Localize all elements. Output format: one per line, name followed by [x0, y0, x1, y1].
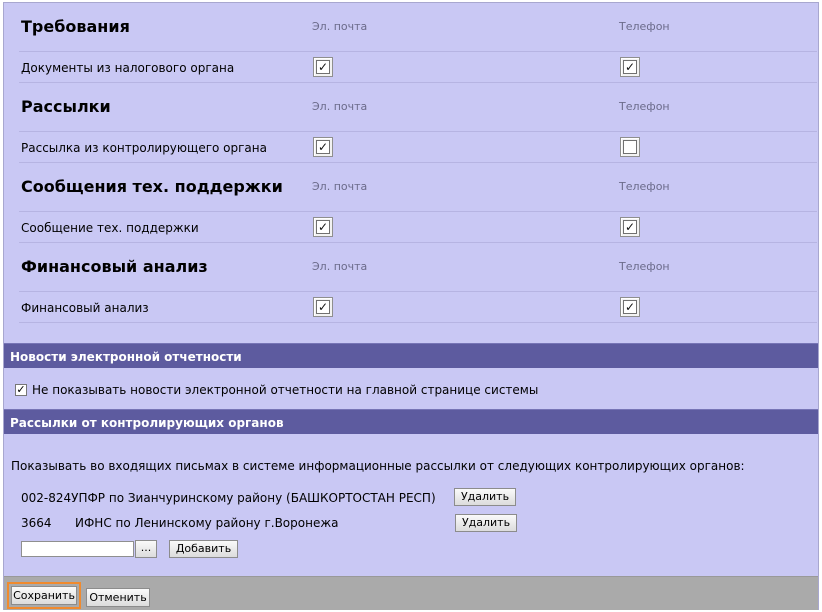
add-org-button[interactable]: Добавить [169, 540, 238, 558]
notification-settings: Требования Эл. почта Телефон Документы и… [19, 3, 817, 323]
phone-column-label: Телефон [619, 180, 670, 193]
delete-org-button[interactable]: Удалить [455, 514, 517, 532]
setting-row-support-message: Сообщение тех. поддержки ✓ ✓ [19, 211, 817, 243]
org-item: 002-824УПФР по Зианчуринскому району (БА… [21, 491, 436, 505]
check-icon: ✓ [316, 300, 330, 314]
phone-checkbox[interactable] [620, 137, 640, 157]
org-item: 3664 ИФНС по Ленинскому району г.Воронежа [21, 516, 339, 530]
hide-news-label: Не показывать новости электронной отчетн… [32, 383, 539, 397]
setting-row-tax-documents: Документы из налогового органа ✓ ✓ [19, 51, 817, 83]
section-title: Рассылки [21, 97, 111, 116]
email-column-label: Эл. почта [312, 260, 368, 273]
section-header-financial-analysis: Финансовый анализ Эл. почта Телефон [19, 243, 817, 291]
phone-checkbox[interactable]: ✓ [620, 297, 640, 317]
save-button-focus-ring: Сохранить [7, 582, 81, 609]
phone-column-label: Телефон [619, 20, 670, 33]
save-button[interactable]: Сохранить [11, 586, 77, 605]
check-icon: ✓ [316, 60, 330, 74]
phone-checkbox[interactable]: ✓ [620, 57, 640, 77]
row-label: Финансовый анализ [21, 301, 149, 315]
email-checkbox[interactable]: ✓ [313, 297, 333, 317]
empty-checkbox-icon [623, 140, 637, 154]
check-icon: ✓ [623, 60, 637, 74]
cancel-button[interactable]: Отменить [86, 588, 150, 607]
email-column-label: Эл. почта [312, 100, 368, 113]
check-icon: ✓ [623, 220, 637, 234]
org-code: 3664 [21, 516, 52, 530]
email-checkbox[interactable]: ✓ [313, 57, 333, 77]
row-label: Рассылка из контролирующего органа [21, 141, 267, 155]
org-code-input[interactable] [21, 541, 134, 557]
check-icon: ✓ [316, 140, 330, 154]
mailings-section-header: Рассылки от контролирующих органов [4, 409, 818, 434]
footer-bar: Сохранить Отменить [4, 576, 818, 610]
phone-column-label: Телефон [619, 260, 670, 273]
section-header-mailings: Рассылки Эл. почта Телефон [19, 83, 817, 131]
row-label: Сообщение тех. поддержки [21, 221, 199, 235]
email-column-label: Эл. почта [312, 20, 368, 33]
section-title: Сообщения тех. поддержки [21, 177, 283, 196]
browse-orgs-button[interactable]: ... [135, 540, 157, 558]
check-icon: ✓ [316, 220, 330, 234]
hide-news-option: ✓ Не показывать новости электронной отче… [15, 383, 538, 397]
phone-column-label: Телефон [619, 100, 670, 113]
setting-row-financial-analysis: Финансовый анализ ✓ ✓ [19, 291, 817, 323]
email-checkbox[interactable]: ✓ [313, 137, 333, 157]
org-name: ИФНС по Ленинскому району г.Воронежа [75, 516, 339, 530]
section-header-support-messages: Сообщения тех. поддержки Эл. почта Телеф… [19, 163, 817, 211]
setting-row-controlling-body-mailing: Рассылка из контролирующего органа ✓ [19, 131, 817, 163]
email-checkbox[interactable]: ✓ [313, 217, 333, 237]
section-header-requirements: Требования Эл. почта Телефон [19, 3, 817, 51]
phone-checkbox[interactable]: ✓ [620, 217, 640, 237]
delete-org-button[interactable]: Удалить [454, 488, 516, 506]
settings-panel: Требования Эл. почта Телефон Документы и… [3, 2, 819, 610]
section-title: Требования [21, 17, 130, 36]
email-column-label: Эл. почта [312, 180, 368, 193]
hide-news-checkbox[interactable]: ✓ [15, 384, 27, 396]
org-text: 002-824УПФР по Зианчуринскому району (БА… [21, 491, 436, 505]
news-section-header: Новости электронной отчетности [4, 343, 818, 368]
check-icon: ✓ [623, 300, 637, 314]
section-title: Финансовый анализ [21, 257, 208, 276]
row-label: Документы из налогового органа [21, 61, 235, 75]
mailings-intro-text: Показывать во входящих письмах в системе… [11, 459, 745, 473]
